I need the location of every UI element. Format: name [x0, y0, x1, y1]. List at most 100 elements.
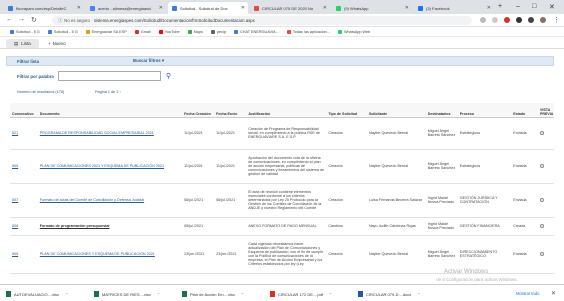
col-documento[interactable]: Documento: [37, 103, 183, 118]
preview-cell[interactable]: [537, 183, 554, 218]
preview-cell[interactable]: [537, 235, 554, 274]
table-row[interactable]: 507 Formato de actas del Comité de Concil…: [10, 183, 554, 218]
profile-avatar[interactable]: [540, 17, 546, 23]
new-tab-button[interactable]: +: [498, 3, 502, 10]
cell-solicitante: Nayibe Quevedo Bernal: [366, 235, 426, 274]
preview-icon[interactable]: [539, 197, 544, 202]
col-tipo-solicitud[interactable]: Tipo de Solicitud: [326, 103, 367, 118]
browser-tab[interactable]: (9) WhatsApp ✕: [332, 2, 412, 14]
preview-icon[interactable]: [539, 251, 544, 256]
maximize-button[interactable]: □: [532, 3, 536, 10]
filter-dropdown[interactable]: Buscar filtros ▾: [133, 58, 164, 64]
cell-fecha-envio: [214, 217, 247, 236]
preview-icon[interactable]: [539, 163, 544, 168]
preview-cell[interactable]: [537, 149, 554, 184]
download-item[interactable]: CIRCULAR 172 DE....pdf ⌃: [270, 289, 332, 299]
browser-tab[interactable]: (3) Facebook ✕: [414, 2, 494, 14]
tab-lista[interactable]: ▤ Lista: [6, 39, 39, 48]
bookmark-item[interactable]: Gmail: [134, 29, 151, 34]
bookmark-item[interactable]: CHAT ENERGUAVIA...: [233, 29, 279, 34]
show-all-downloads-link[interactable]: Mostrar todo: [516, 291, 540, 296]
forward-icon[interactable]: →: [18, 16, 25, 23]
table-row[interactable]: 505 PLAN DE COMUNICACIONES 2021 Y ESQUEMA…: [10, 149, 554, 184]
browser-tab[interactable]: acerto - alimesa@energiaasci ✕: [86, 2, 166, 14]
preview-icon[interactable]: [539, 223, 544, 228]
col-justificacion[interactable]: Justificación: [246, 103, 327, 118]
bookmark-item[interactable]: Todas las aplicacion...: [286, 29, 330, 34]
menu-dots-icon[interactable]: ⋮: [553, 16, 560, 24]
cell-solicitante: Nayu Judith Cárdenas Rojas: [366, 217, 426, 236]
browser-tab-label: acerto - alimesa@energiaasci: [98, 5, 151, 11]
reload-icon[interactable]: ↻: [31, 16, 37, 24]
col-solicitante[interactable]: Solicitante: [366, 103, 426, 118]
col-proceso[interactable]: Proceso: [457, 103, 512, 118]
bookmark-item[interactable]: YouTube: [158, 29, 180, 34]
file-icon: [182, 291, 187, 297]
cell-documento-link[interactable]: Formato de programación presupuestal: [37, 217, 183, 236]
search-icon[interactable]: ⚲: [166, 72, 171, 80]
cell-consecutivo[interactable]: 507: [10, 183, 38, 218]
cell-documento-link[interactable]: PLAN DE COMUNICACIONES 2021 Y ESQUEMA DE…: [37, 149, 183, 184]
browser-tab-label: fluorapam.com/esp/DetalleC: [16, 5, 67, 11]
close-window-button[interactable]: ✕: [549, 3, 555, 11]
browser-tab[interactable]: fluorapam.com/esp/DetalleC ✕: [4, 2, 84, 14]
chevron-up-icon[interactable]: ⌃: [241, 292, 244, 297]
chevron-up-icon[interactable]: ⌃: [157, 292, 160, 297]
close-tab-icon[interactable]: ✕: [323, 5, 327, 11]
close-tab-icon[interactable]: ✕: [405, 5, 409, 11]
download-item[interactable]: MATRICES DE RIES....xlsx ⌃: [94, 289, 160, 299]
cell-consecutivo[interactable]: 506: [10, 217, 38, 236]
download-item[interactable]: Plan de Acción Em....xlsx ⌃: [182, 289, 244, 299]
star-icon[interactable]: [492, 17, 498, 23]
close-tab-icon[interactable]: ✕: [159, 5, 163, 11]
share-icon[interactable]: [480, 17, 486, 23]
bookmark-item[interactable]: WhatsApp Web: [337, 29, 370, 34]
bookmark-item[interactable]: Solicitud - 5 G: [10, 29, 40, 34]
minimize-button[interactable]: –: [516, 3, 520, 10]
table-row[interactable]: 506 Formato de programación presupuestal 0…: [10, 217, 554, 236]
cell-documento-link[interactable]: PROGRAMA DE RESPONSABILIDAD SOCIAL EMPRE…: [37, 117, 183, 150]
chevron-up-icon[interactable]: ⌃: [329, 292, 332, 297]
favicon-icon: [336, 5, 341, 11]
close-tab-icon[interactable]: ✕: [77, 5, 81, 11]
pager[interactable]: Página 1 de 2 ›: [95, 90, 121, 94]
download-item[interactable]: AUTOEVALUACIO....xlsx ⌃: [6, 289, 68, 299]
browser-tab[interactable]: CIRCULAR 075 DE 2020 No ✕: [250, 2, 330, 14]
col-fecha-envio[interactable]: Fecha Envío: [214, 103, 247, 118]
cell-consecutivo[interactable]: 521: [10, 117, 38, 150]
preview-icon[interactable]: [539, 130, 544, 135]
preview-cell[interactable]: [537, 117, 554, 150]
tab-nuevo[interactable]: + Nuevo: [40, 39, 74, 48]
cell-justificacion: Cada vigencia necesitamos hacer actualiz…: [246, 235, 327, 274]
cell-documento-link[interactable]: PLAN DE COMUNICACIONES Y ESQUEMA DE PUBL…: [37, 235, 183, 274]
bookmark-item[interactable]: Maps: [187, 29, 203, 34]
col-consecutivo[interactable]: Consecutivo: [10, 103, 38, 118]
filter-word-input[interactable]: [58, 71, 161, 81]
chevron-up-icon[interactable]: ⌃: [65, 292, 68, 297]
bookmark-item[interactable]: pexip: [210, 29, 226, 34]
close-icon[interactable]: ✕: [551, 290, 556, 297]
extension-icon[interactable]: [516, 17, 522, 23]
back-icon[interactable]: ←: [6, 16, 13, 23]
col-destinatarios[interactable]: Destinatarios: [425, 103, 458, 118]
chevron-up-icon[interactable]: ⌃: [417, 292, 420, 297]
close-tab-icon[interactable]: ✕: [241, 5, 245, 11]
cell-consecutivo[interactable]: 505: [10, 235, 38, 274]
browser-tab[interactable]: Solicitud - Solicitud de Doc ✕: [168, 2, 248, 14]
cell-documento-link[interactable]: Formato de actas del Comité de Conciliac…: [37, 183, 183, 218]
cell-consecutivo[interactable]: 505: [10, 149, 38, 184]
url-field[interactable]: ⓘ No es seguro sistema.energiaspes.com/S…: [52, 16, 472, 25]
table-row[interactable]: 505 PLAN DE COMUNICACIONES Y ESQUEMA DE P…: [10, 235, 554, 274]
filter-panel-header[interactable]: Filtrar lista Buscar filtros ▾: [6, 56, 554, 66]
preview-cell[interactable]: [537, 217, 554, 236]
col-estado[interactable]: Estado: [511, 103, 538, 118]
extensions-puzzle-icon[interactable]: [528, 17, 534, 23]
col-fecha-creacion[interactable]: Fecha Creación: [182, 103, 215, 118]
col-vista-previa[interactable]: VISTA PREVIA: [537, 103, 554, 118]
bookmark-item[interactable]: Solicitud - 5 G: [47, 29, 78, 34]
download-item[interactable]: CIRCULAR 079-D....docx ⌃: [358, 289, 421, 299]
bookmark-item[interactable]: Energuaviar SA ESP: [85, 29, 127, 34]
extension-icon[interactable]: [504, 17, 510, 23]
table-row[interactable]: 521 PROGRAMA DE RESPONSABILIDAD SOCIAL EM…: [10, 117, 554, 150]
close-tab-icon[interactable]: ✕: [487, 5, 491, 11]
